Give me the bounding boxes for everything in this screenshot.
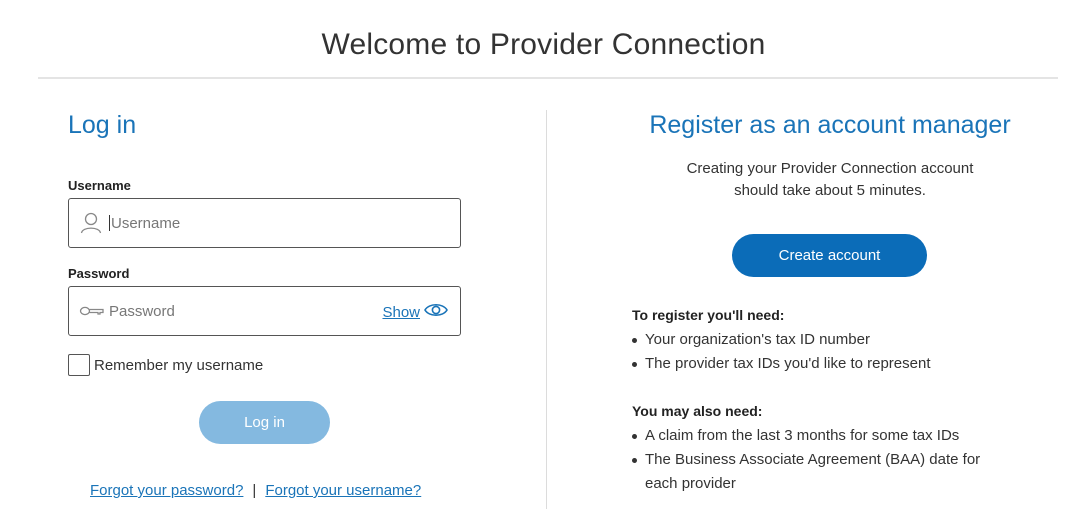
also-need-heading: You may also need: bbox=[632, 403, 763, 419]
eye-icon bbox=[424, 301, 448, 324]
show-password-toggle[interactable]: Show bbox=[382, 301, 448, 324]
password-label: Password bbox=[68, 266, 130, 281]
person-icon bbox=[79, 212, 103, 234]
list-item: Your organization's tax ID number bbox=[632, 328, 1012, 352]
title-divider bbox=[38, 77, 1058, 79]
password-input[interactable] bbox=[109, 287, 409, 335]
remember-username-row[interactable]: Remember my username bbox=[68, 354, 263, 376]
show-label: Show bbox=[382, 304, 420, 321]
remember-username-checkbox[interactable] bbox=[68, 354, 90, 376]
forgot-links: Forgot your password? | Forgot your userna… bbox=[90, 482, 421, 499]
create-account-button[interactable]: Create account bbox=[732, 234, 927, 277]
register-needs-heading: To register you'll need: bbox=[632, 307, 785, 323]
forgot-password-link[interactable]: Forgot your password? bbox=[90, 482, 243, 499]
list-item: The Business Associate Agreement (BAA) d… bbox=[632, 448, 1012, 496]
register-heading: Register as an account manager bbox=[649, 111, 1011, 139]
register-needs-list: Your organization's tax ID number The pr… bbox=[632, 328, 1012, 376]
login-button[interactable]: Log in bbox=[199, 401, 330, 444]
login-heading: Log in bbox=[68, 111, 137, 139]
key-icon bbox=[79, 300, 104, 322]
username-input[interactable] bbox=[109, 215, 409, 231]
forgot-username-link[interactable]: Forgot your username? bbox=[265, 482, 421, 499]
register-intro-line-2: should take about 5 minutes. bbox=[734, 182, 926, 199]
list-item: The provider tax IDs you'd like to repre… bbox=[632, 352, 1012, 376]
register-intro: Creating your Provider Connection accoun… bbox=[600, 158, 1060, 202]
password-field[interactable]: Show bbox=[68, 286, 461, 336]
also-need-list: A claim from the last 3 months for some … bbox=[632, 424, 1012, 496]
username-field[interactable] bbox=[68, 198, 461, 248]
column-divider bbox=[546, 110, 547, 509]
list-item: A claim from the last 3 months for some … bbox=[632, 424, 1012, 448]
username-label: Username bbox=[68, 178, 131, 193]
link-separator: | bbox=[252, 482, 257, 499]
page-title: Welcome to Provider Connection bbox=[321, 28, 766, 61]
remember-username-label[interactable]: Remember my username bbox=[94, 357, 263, 374]
register-intro-line-1: Creating your Provider Connection accoun… bbox=[686, 160, 974, 177]
